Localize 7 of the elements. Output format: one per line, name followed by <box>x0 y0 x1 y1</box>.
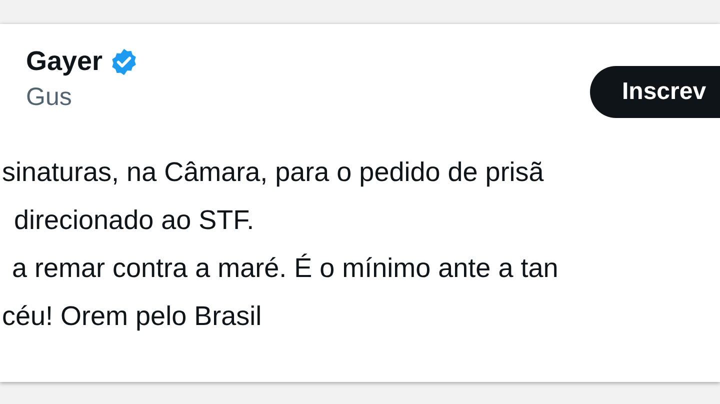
post-text-line: sinaturas, na Câmara, para o pedido de prisã <box>2 156 545 189</box>
author-name[interactable]: Gayer <box>26 46 103 77</box>
post-text-line: a remar contra a maré. É o mínimo ante a tan <box>11 252 560 285</box>
post-text-line: céu! Orem pelo Brasil <box>2 300 263 333</box>
subscribe-button[interactable]: Inscrev <box>590 66 720 118</box>
post-text-line: direcionado ao STF. <box>13 204 256 237</box>
author-handle[interactable]: Gus <box>26 83 139 112</box>
